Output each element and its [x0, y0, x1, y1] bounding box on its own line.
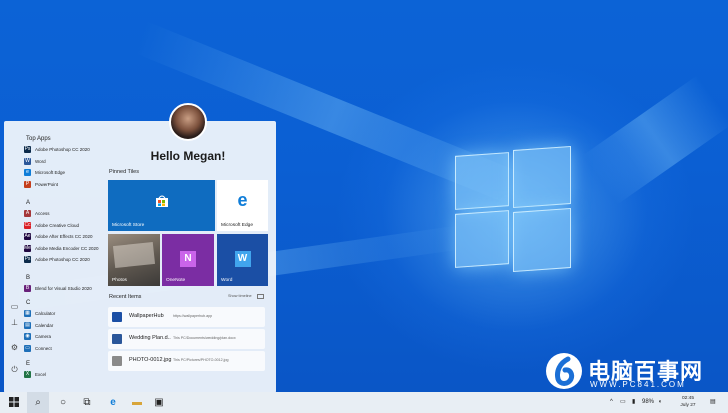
tile-label: Microsoft Store [112, 223, 145, 228]
recent-item[interactable]: Wedding Plan.d.. This PC/Documents/weddi… [108, 329, 265, 349]
watermark-url: WWW.PC841.COM [590, 380, 686, 389]
settings-gear-icon[interactable]: ⚙ [10, 343, 19, 352]
app-item[interactable]: P PowerPoint [24, 179, 108, 191]
word-icon: W [217, 248, 268, 267]
tile-microsoft-edge[interactable]: e Microsoft Edge [217, 180, 268, 231]
recent-items-header: Recent Items [109, 294, 142, 300]
app-item[interactable]: Ae Adobe After Effects CC 2020 [24, 231, 108, 243]
app-item[interactable]: ▭ Connect [24, 343, 108, 355]
app-item[interactable]: X Excel [24, 369, 108, 381]
cortana-button[interactable]: ○ [52, 392, 74, 413]
section-letter-a[interactable]: A [26, 199, 108, 208]
app-item[interactable]: A Access [24, 208, 108, 220]
start-left-rail: ▭ ⊥ ⚙ ⏻ [4, 121, 22, 393]
power-icon[interactable]: ⏻ [10, 365, 19, 374]
app-item[interactable]: Me Adobe Media Encoder CC 2020 [24, 243, 108, 255]
task-view-icon: ⧉ [83, 397, 91, 408]
taskbar-file-explorer[interactable]: ▬ [126, 392, 148, 413]
store-icon [108, 194, 215, 213]
folder-icon: ▬ [132, 397, 142, 408]
app-item[interactable]: e Microsoft Edge [24, 167, 108, 179]
taskbar-clock[interactable]: 02:45 July 27 [676, 395, 700, 409]
start-button[interactable] [3, 392, 25, 413]
taskbar: ⌕ ○ ⧉ e ▬ ▣ ^ ▭ ▮ 98% ◖ 02:45 July 27 ▤ [0, 392, 728, 413]
documents-icon[interactable]: ⊥ [10, 318, 19, 327]
show-timeline-link[interactable]: Show timeline [228, 294, 252, 298]
image-file-icon [112, 356, 122, 366]
all-apps-list: Top Apps Ps Adobe Photoshop CC 2020 W Word… [24, 135, 108, 381]
greeting-heading: Hello Megan! [150, 149, 226, 163]
section-letter-e[interactable]: E [26, 360, 108, 369]
tile-label: Microsoft Edge [221, 223, 253, 228]
timeline-icon[interactable] [257, 294, 264, 299]
excel-icon: X [24, 371, 31, 379]
connect-icon: ▭ [24, 344, 31, 352]
volume-icon[interactable]: ◖ [658, 392, 662, 413]
clock-date: July 27 [680, 403, 696, 408]
photoshop-icon: Ps [24, 256, 31, 264]
windows-logo [455, 145, 615, 276]
battery-icon[interactable]: ▮ [632, 392, 635, 413]
app-item[interactable]: Ps Adobe Photoshop CC 2020 [24, 144, 108, 156]
blend-icon: B [24, 284, 31, 292]
tile-label: Word [221, 278, 233, 283]
network-icon[interactable]: ▭ [620, 392, 626, 413]
tile-word[interactable]: W Word [217, 234, 268, 286]
battery-percent: 98% [642, 399, 655, 405]
word-doc-icon [112, 334, 122, 344]
wallpaperhub-icon [112, 312, 122, 322]
search-icon: ⌕ [35, 397, 41, 408]
calendar-icon: ▤ [24, 321, 31, 329]
app-item[interactable]: B Blend for Visual Studio 2020 [24, 283, 108, 295]
tile-label: Photos [112, 278, 127, 283]
recent-item[interactable]: PHOTO-0012.jpg This PC/Pictures/PHOTO-00… [108, 351, 265, 371]
powerpoint-icon: P [24, 180, 31, 188]
app-item[interactable]: Cc Adobe Creative Cloud [24, 220, 108, 232]
tile-microsoft-store[interactable]: Microsoft Store [108, 180, 215, 231]
store-bag-icon: ▣ [154, 397, 164, 408]
taskbar-store[interactable]: ▣ [148, 392, 170, 413]
taskbar-edge[interactable]: e [102, 392, 124, 413]
access-icon: A [24, 210, 31, 218]
media-encoder-icon: Me [24, 244, 31, 252]
pictures-icon[interactable]: ▭ [10, 302, 19, 311]
cortana-circle-icon: ○ [59, 397, 67, 408]
edge-icon: e [237, 190, 248, 210]
user-avatar[interactable] [169, 103, 207, 141]
recent-item[interactable]: WallpaperHub https://wallpaperhub.app [108, 307, 265, 327]
camera-icon: ◉ [24, 333, 31, 341]
clock-time: 02:45 [681, 396, 694, 401]
photoshop-icon: Ps [24, 146, 31, 154]
task-view-button[interactable]: ⧉ [76, 392, 98, 413]
windows-start-icon [9, 397, 19, 407]
calculator-icon: ▦ [24, 310, 31, 318]
section-letter-c[interactable]: C [26, 299, 108, 308]
creative-cloud-icon: Cc [24, 221, 31, 229]
edge-icon: e [110, 397, 116, 408]
tile-photos[interactable]: Photos [108, 234, 160, 286]
show-hidden-icons[interactable]: ^ [610, 392, 613, 413]
search-button[interactable]: ⌕ [27, 392, 49, 413]
pinned-tiles-header: Pinned Tiles [109, 169, 139, 175]
onenote-icon: N [162, 248, 214, 267]
tile-onenote[interactable]: N OneNote [162, 234, 214, 286]
notification-center-icon[interactable]: ▤ [710, 392, 716, 413]
app-item[interactable]: ▤ Calendar [24, 320, 108, 332]
app-item[interactable]: Ps Adobe Photoshop CC 2020 [24, 254, 108, 266]
photos-icon [112, 241, 156, 269]
app-item[interactable]: W Word [24, 156, 108, 168]
top-apps-header: Top Apps [26, 136, 51, 142]
app-item[interactable]: ▦ Calculator [24, 308, 108, 320]
section-letter-b[interactable]: B [26, 274, 108, 283]
word-icon: W [24, 157, 31, 165]
tile-label: OneNote [166, 278, 186, 283]
watermark-logo [546, 353, 582, 389]
edge-icon: e [24, 169, 31, 177]
app-item[interactable]: ◉ Camera [24, 331, 108, 343]
after-effects-icon: Ae [24, 233, 31, 241]
